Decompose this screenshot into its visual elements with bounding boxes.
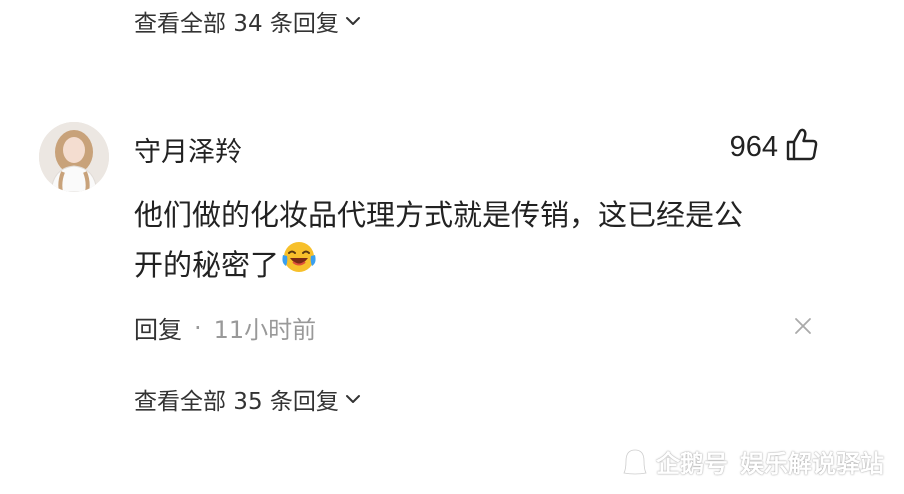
- view-all-replies-label-2: 查看全部 35 条回复: [134, 389, 339, 415]
- comment-username[interactable]: 守月泽羚: [134, 130, 242, 169]
- comment-text-line-2-text: 开的秘密了: [134, 248, 280, 282]
- watermark: 企鹅号 娱乐解说驿站: [620, 444, 884, 479]
- view-all-replies-link-2[interactable]: 查看全部 35 条回复: [134, 382, 361, 416]
- penguin-logo-icon: [620, 447, 650, 477]
- comment-timestamp: 11小时前: [213, 316, 317, 344]
- thumbs-up-icon: [786, 128, 818, 166]
- comment-text: 他们做的化妆品代理方式就是传销，这已经是公 开的秘密了: [134, 190, 824, 290]
- comment-text-line-2: 开的秘密了: [134, 240, 824, 290]
- close-icon[interactable]: [793, 316, 813, 336]
- like-button[interactable]: 964: [730, 128, 818, 166]
- comment-meta: 回复 · 11小时前: [134, 310, 316, 345]
- chevron-down-icon: [345, 15, 361, 27]
- watermark-brand: 企鹅号: [656, 450, 728, 478]
- view-all-replies-label: 查看全部 34 条回复: [134, 11, 339, 37]
- view-all-replies-link[interactable]: 查看全部 34 条回复: [134, 4, 361, 38]
- chevron-down-icon: [345, 393, 361, 405]
- meta-separator: ·: [194, 313, 202, 342]
- crying-laughing-emoji-icon: [281, 239, 317, 290]
- like-count: 964: [729, 130, 778, 163]
- reply-button[interactable]: 回复: [134, 310, 182, 345]
- avatar[interactable]: [39, 122, 109, 192]
- comment-text-line-1: 他们做的化妆品代理方式就是传销，这已经是公: [134, 198, 744, 232]
- watermark-account: 娱乐解说驿站: [740, 450, 884, 478]
